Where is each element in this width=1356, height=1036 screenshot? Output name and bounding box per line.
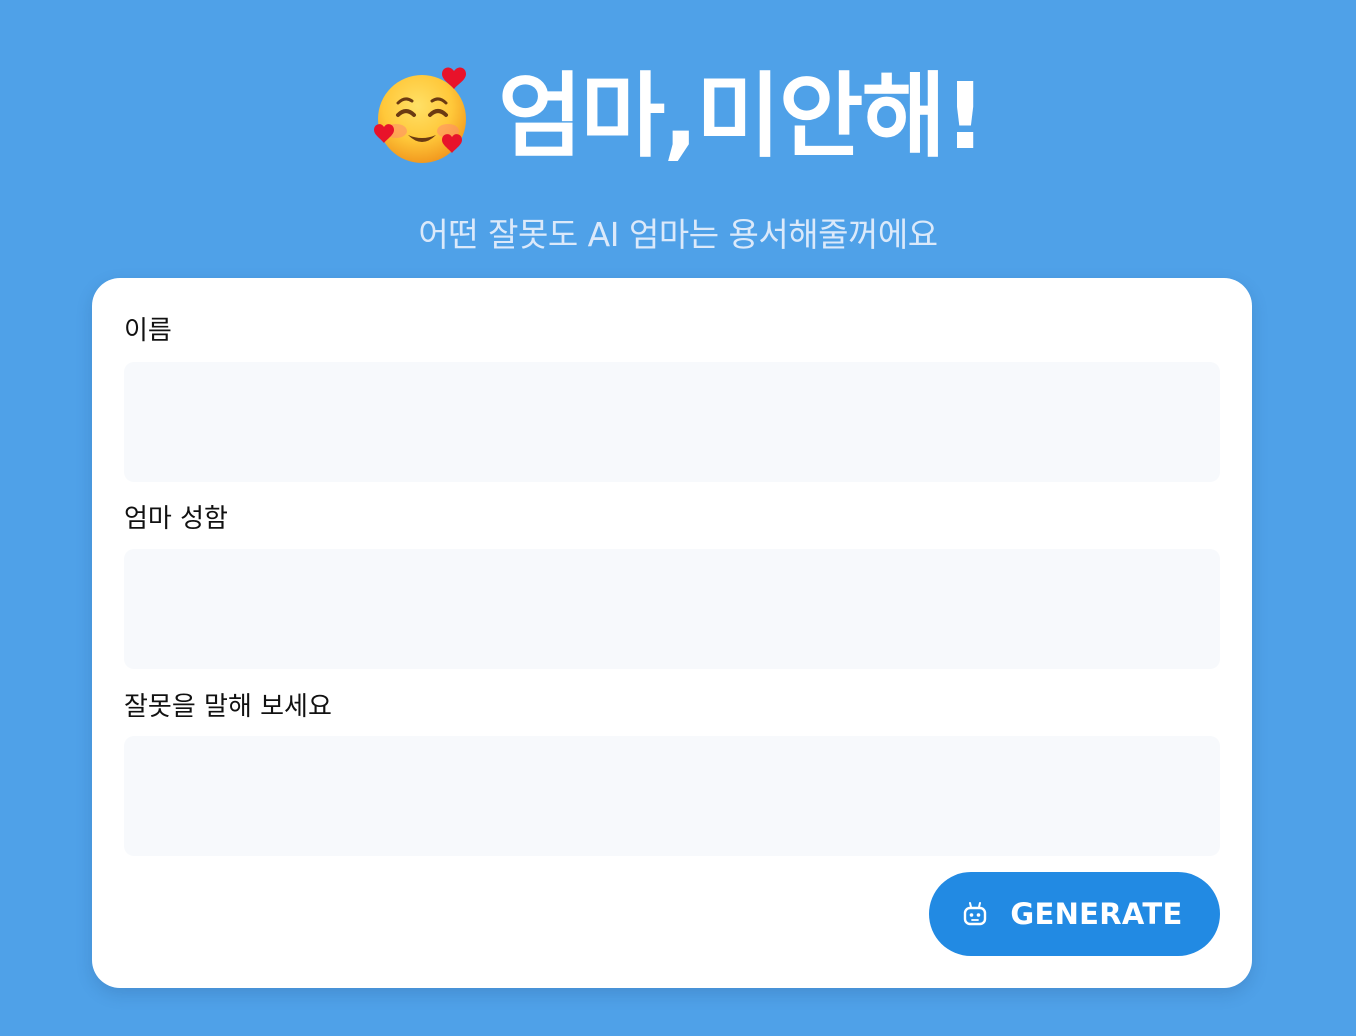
form-card: 이름 엄마 성함 잘못을 말해 보세요 GENERATE: [92, 278, 1252, 988]
smiling-face-with-hearts-icon: [373, 67, 466, 163]
title-row: 엄마,미안해!: [0, 52, 1356, 182]
name-input[interactable]: [124, 362, 1220, 482]
mother-name-label: 엄마 성함: [124, 504, 228, 534]
generate-button-label: GENERATE: [1010, 897, 1183, 931]
page-subtitle: 어떤 잘못도 AI 엄마는 용서해줄꺼에요: [418, 215, 938, 254]
wrongdoing-label: 잘못을 말해 보세요: [124, 692, 332, 722]
mother-name-input[interactable]: [124, 549, 1220, 669]
page-header: 엄마,미안해! 어떤 잘못도 AI 엄마는 용서해줄꺼에요: [0, 52, 1356, 256]
robot-icon: [964, 902, 987, 926]
wrongdoing-input[interactable]: [124, 736, 1220, 856]
generate-button[interactable]: GENERATE: [929, 872, 1220, 956]
name-label: 이름: [124, 316, 172, 346]
page-title: 엄마,미안해!: [497, 63, 986, 170]
